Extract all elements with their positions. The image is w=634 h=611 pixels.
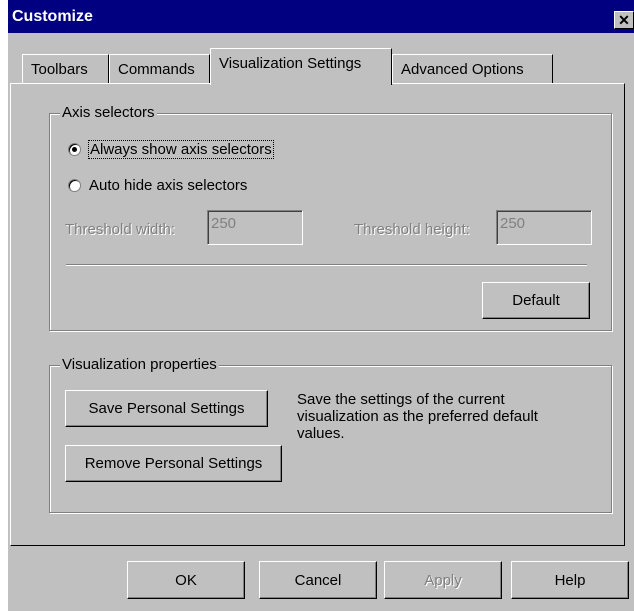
default-button-label: Default — [512, 292, 560, 309]
tab-panel: Axis selectors Always show axis selector… — [10, 83, 625, 546]
close-icon: ✕ — [618, 12, 630, 28]
default-button[interactable]: Default — [482, 282, 590, 319]
description-line: visualization as the preferred default — [297, 408, 538, 425]
help-button[interactable]: Help — [511, 561, 629, 599]
auto-hide-radio[interactable] — [68, 179, 81, 192]
cancel-button[interactable]: Cancel — [259, 561, 377, 599]
threshold-width-input[interactable]: 250 — [207, 210, 303, 245]
cancel-label: Cancel — [294, 571, 342, 589]
description-line: Save the settings of the current — [297, 391, 505, 408]
apply-label: Apply — [424, 571, 462, 589]
help-label: Help — [554, 571, 586, 589]
title-bar: Customize ✕ — [8, 0, 634, 33]
tab-toolbars[interactable]: Toolbars — [22, 54, 109, 84]
customize-dialog: Customize ✕ Toolbars Commands Visualizat… — [8, 0, 634, 611]
tab-commands[interactable]: Commands — [109, 54, 210, 84]
window-title: Customize — [12, 8, 93, 25]
tab-visualization-settings[interactable]: Visualization Settings — [210, 48, 392, 85]
threshold-height-input[interactable]: 250 — [496, 210, 592, 245]
tab-advanced-options[interactable]: Advanced Options — [392, 54, 553, 84]
ok-label: OK — [175, 571, 197, 589]
tab-label: Toolbars — [31, 61, 88, 78]
remove-personal-settings-button[interactable]: Remove Personal Settings — [65, 445, 282, 482]
visualization-properties-legend: Visualization properties — [60, 356, 219, 373]
description-line: values. — [297, 425, 345, 442]
always-show-radio[interactable] — [68, 143, 81, 156]
tab-label: Commands — [118, 61, 195, 78]
visualization-properties-group: Visualization properties Save Personal S… — [49, 356, 612, 513]
axis-selectors-group: Axis selectors Always show axis selector… — [49, 104, 612, 331]
auto-hide-option[interactable]: Auto hide axis selectors — [68, 177, 247, 194]
tab-label: Visualization Settings — [219, 55, 362, 72]
ok-button[interactable]: OK — [127, 561, 245, 599]
separator — [66, 264, 587, 266]
save-personal-settings-label: Save Personal Settings — [88, 400, 245, 417]
save-personal-settings-button[interactable]: Save Personal Settings — [65, 390, 268, 427]
save-settings-description: Save the settings of the current visuali… — [297, 391, 538, 442]
axis-selectors-legend: Axis selectors — [60, 104, 157, 121]
threshold-height-label: Threshold height: — [354, 221, 470, 238]
close-button[interactable]: ✕ — [614, 11, 634, 29]
always-show-label: Always show axis selectors — [88, 140, 274, 159]
auto-hide-label: Auto hide axis selectors — [89, 177, 248, 194]
apply-button[interactable]: Apply — [384, 561, 502, 599]
tab-label: Advanced Options — [401, 61, 524, 78]
always-show-option[interactable]: Always show axis selectors — [68, 140, 274, 159]
remove-personal-settings-label: Remove Personal Settings — [84, 455, 263, 472]
threshold-width-label: Threshold width: — [65, 221, 176, 238]
